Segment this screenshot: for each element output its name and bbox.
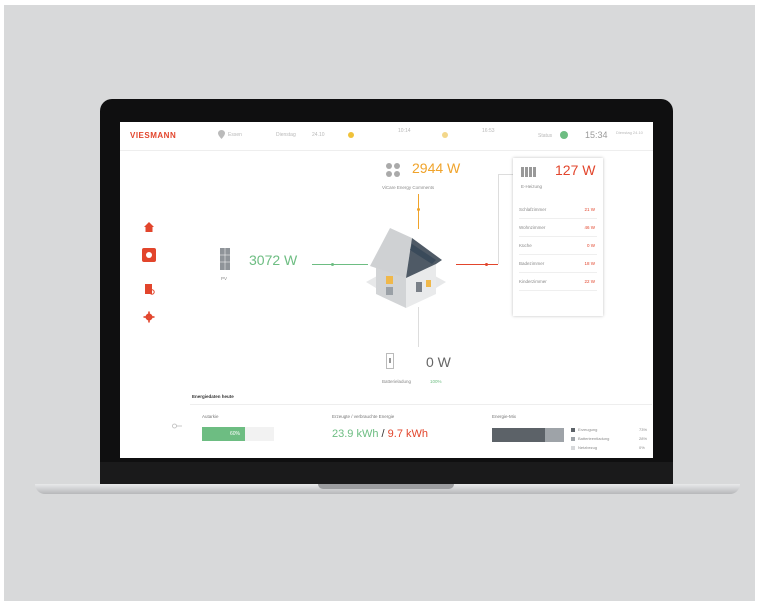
room-row[interactable]: Wohnzimmer 46 W bbox=[519, 220, 597, 237]
pv-label: PV bbox=[221, 276, 228, 281]
pv-flow-node bbox=[331, 263, 334, 266]
dashboard-screen: VIESMANN Essen Dienstag 24.10 10:14 16:5… bbox=[120, 122, 653, 458]
heating-flow-line bbox=[456, 264, 498, 265]
battery-flow-line bbox=[418, 307, 419, 347]
room-row[interactable]: Küche 0 W bbox=[519, 238, 597, 255]
room-name: Küche bbox=[519, 243, 532, 248]
location-pin-icon bbox=[218, 130, 225, 139]
energy-label: Erzeugte / verbrauchte Energie bbox=[332, 414, 395, 419]
home-icon bbox=[144, 222, 154, 232]
legend-percent: 73% bbox=[639, 427, 648, 432]
heating-flow-node bbox=[485, 263, 488, 266]
consumed-energy: 9.7 kWh bbox=[387, 428, 429, 440]
heating-connector-top bbox=[498, 174, 513, 175]
weather-time-2: 16:53 bbox=[482, 128, 495, 134]
battery-label: Batterieladung bbox=[382, 379, 412, 384]
clock-subtext: Dienstag 24.10 bbox=[616, 130, 643, 135]
energy-icon bbox=[146, 252, 152, 258]
room-power: 18 W bbox=[584, 261, 595, 266]
weather-sun-icon bbox=[442, 132, 448, 138]
heatpump-flow-node bbox=[417, 208, 420, 211]
solar-panel-icon bbox=[220, 248, 230, 270]
radiator-icon bbox=[521, 167, 536, 177]
laptop-notch bbox=[318, 484, 454, 489]
gear-icon bbox=[143, 311, 155, 323]
room-name: Kinderzimmer bbox=[519, 279, 547, 284]
heating-label: E-Heizung bbox=[521, 184, 543, 189]
energy-mix-segment bbox=[492, 428, 545, 442]
mix-legend-item: Erzeugung 73% bbox=[571, 427, 651, 432]
key-icon[interactable] bbox=[172, 422, 182, 430]
legend-percent: 0% bbox=[639, 445, 645, 450]
room-row[interactable]: Schlafzimmer 21 W bbox=[519, 202, 597, 219]
heatpump-power-value: 2944 W bbox=[412, 160, 461, 176]
room-name: Schlafzimmer bbox=[519, 207, 547, 212]
heatpump-icon bbox=[386, 163, 400, 177]
legend-swatch bbox=[571, 427, 575, 432]
autarky-label: Autarkie bbox=[202, 414, 219, 419]
room-power: 46 W bbox=[584, 225, 595, 230]
status-indicator-icon[interactable] bbox=[560, 131, 568, 139]
weekday-text: Dienstag bbox=[276, 132, 296, 138]
viessmann-logo: VIESMANN bbox=[130, 131, 177, 140]
report-icon bbox=[145, 284, 155, 295]
room-power: 0 W bbox=[586, 243, 595, 248]
room-name: Wohnzimmer bbox=[519, 225, 546, 230]
room-name: Badezimmer bbox=[519, 261, 545, 266]
energy-mix-segment bbox=[544, 428, 564, 442]
clock: 15:34 bbox=[585, 130, 608, 140]
location-text: Essen bbox=[228, 132, 242, 138]
status-label: Status bbox=[538, 133, 553, 139]
today-title: Energiedaten heute bbox=[192, 394, 234, 399]
legend-name: Erzeugung bbox=[578, 427, 598, 432]
legend-name: Batterieentladung bbox=[578, 436, 610, 441]
weather-time-1: 10:14 bbox=[398, 128, 411, 134]
generated-energy: 23.9 kWh bbox=[332, 428, 379, 440]
room-row[interactable]: Badezimmer 18 W bbox=[519, 256, 597, 273]
house-illustration bbox=[366, 228, 446, 308]
laptop-bezel-bottom bbox=[100, 462, 673, 484]
legend-swatch bbox=[571, 436, 575, 441]
energy-separator: / bbox=[381, 428, 385, 440]
heating-power-value: 127 W bbox=[555, 162, 596, 178]
energy-values: 23.9 kWh / 9.7 kWh bbox=[332, 428, 428, 440]
sun-icon bbox=[348, 132, 354, 138]
battery-power-value: 0 W bbox=[426, 354, 451, 370]
heating-card[interactable]: 127 W E-Heizung Schlafzimmer 21 W Wohnzi… bbox=[513, 158, 603, 316]
room-power: 21 W bbox=[584, 207, 595, 212]
energy-mix-bar bbox=[492, 428, 564, 442]
sidebar-item-report[interactable] bbox=[142, 282, 156, 296]
room-power: 22 W bbox=[584, 279, 595, 284]
sidebar-item-home[interactable] bbox=[142, 220, 156, 234]
top-bar: VIESMANN Essen Dienstag 24.10 10:14 16:5… bbox=[120, 122, 653, 151]
pv-power-value: 3072 W bbox=[249, 252, 298, 268]
legend-percent: 28% bbox=[639, 436, 648, 441]
heating-connector-line bbox=[498, 174, 499, 264]
heatpump-label: ViCare Energy Comments bbox=[382, 185, 435, 190]
date-text: 24.10 bbox=[312, 132, 325, 138]
autarky-percent: 60% bbox=[230, 431, 241, 437]
room-row[interactable]: Kinderzimmer 22 W bbox=[519, 274, 597, 291]
autarky-bar: 60% bbox=[202, 427, 274, 441]
pv-flow-line bbox=[312, 264, 368, 265]
legend-name: Netzbezug bbox=[578, 445, 598, 450]
sidebar-item-settings[interactable] bbox=[142, 310, 156, 324]
battery-icon bbox=[386, 353, 394, 369]
energy-mix-label: Energie-Mix bbox=[492, 414, 517, 419]
mix-legend-item: Batterieentladung 28% bbox=[571, 436, 651, 441]
today-divider bbox=[190, 404, 652, 405]
sidebar-item-energy[interactable] bbox=[142, 248, 156, 262]
battery-charge: 100% bbox=[430, 379, 442, 384]
legend-swatch bbox=[571, 445, 575, 450]
mix-legend-item: Netzbezug 0% bbox=[571, 445, 651, 450]
